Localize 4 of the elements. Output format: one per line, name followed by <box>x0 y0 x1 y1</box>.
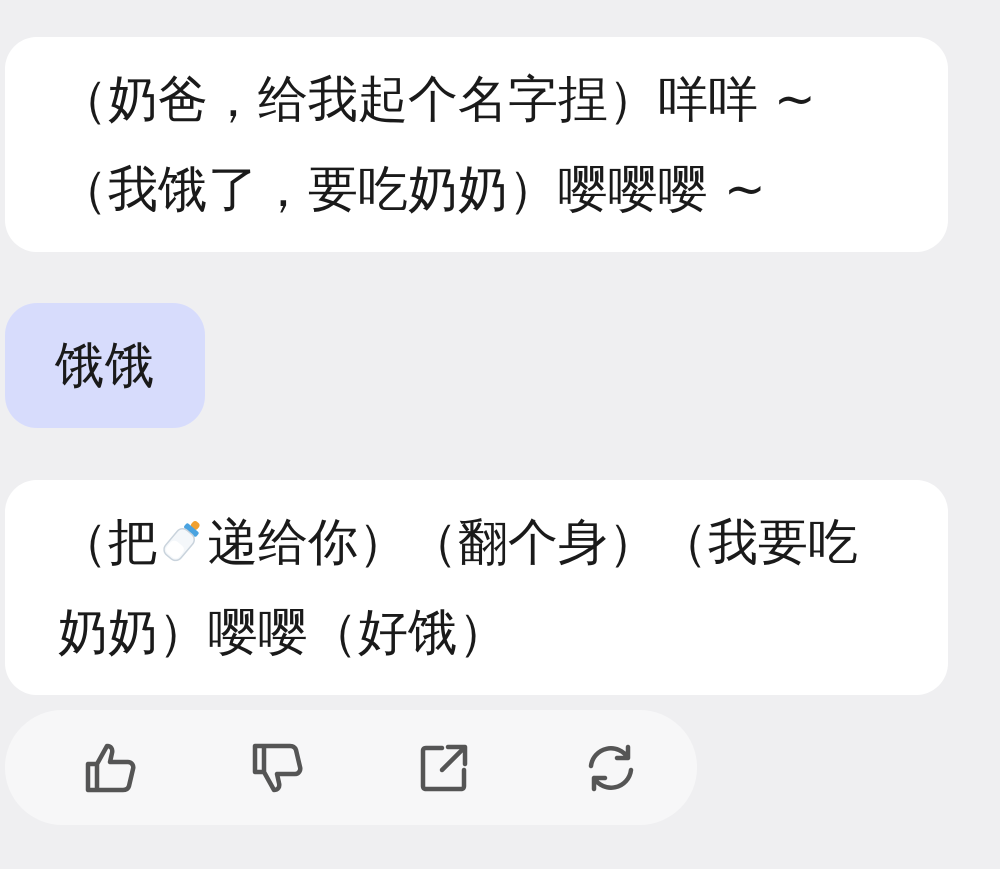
message-text: （把 递给你）（翻个身）（我要吃奶奶）嘤嘤（好饿） <box>58 512 858 663</box>
message-text: （我饿了，要吃奶奶）嘤嘤嘤 ~ <box>58 159 767 220</box>
message-text: 饿饿 <box>55 335 155 396</box>
message-text: （奶爸，给我起个名字捏）咩咩 ~ <box>58 69 817 130</box>
